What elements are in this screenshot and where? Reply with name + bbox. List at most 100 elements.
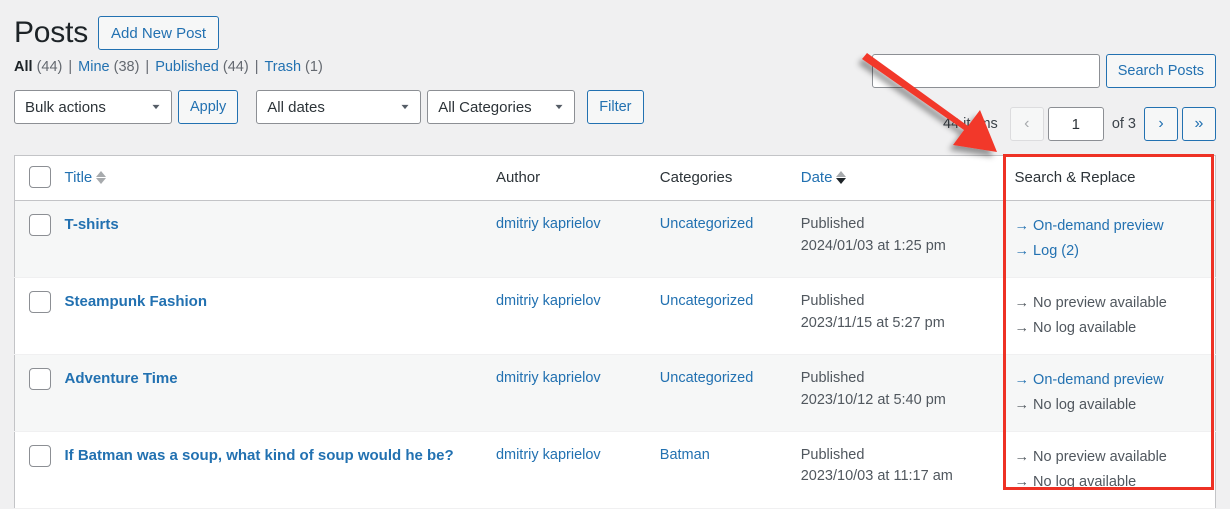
post-date-value: 2023/10/12 at 5:40 pm bbox=[800, 391, 946, 408]
post-title-link[interactable]: Adventure Time bbox=[64, 368, 177, 390]
post-category-link[interactable]: Batman bbox=[660, 447, 710, 463]
post-author-link[interactable]: dmitriy kaprielov bbox=[496, 447, 601, 463]
filter-count-trash: (1) bbox=[305, 59, 323, 75]
apply-bulk-action-button[interactable]: Apply bbox=[178, 90, 239, 124]
row-date-cell: Published 2024/01/03 at 1:25 pm bbox=[790, 200, 1005, 278]
date-filter-select[interactable]: All dates bbox=[256, 90, 422, 124]
filter-separator-3: | bbox=[254, 59, 259, 75]
post-category-link[interactable]: Uncategorized bbox=[660, 370, 754, 386]
filter-item-mine: Mine (38) bbox=[78, 59, 139, 75]
no-log-available-label: → No log available bbox=[1014, 396, 1137, 413]
filter-count-mine: (38) bbox=[113, 59, 140, 75]
row-categories-cell: Uncategorized bbox=[649, 200, 791, 278]
filter-button[interactable]: Filter bbox=[587, 90, 644, 124]
row-title-cell: If Batman was a soup, what kind of soup … bbox=[54, 431, 486, 509]
row-categories-cell: Uncategorized bbox=[649, 277, 791, 355]
row-author-cell: dmitriy kaprielov bbox=[485, 431, 650, 509]
row-search-replace-cell: → No preview available → No log availabl… bbox=[1004, 277, 1216, 355]
sort-arrows-icon bbox=[836, 170, 847, 184]
sort-by-date-link[interactable]: Date bbox=[801, 169, 847, 186]
post-date-status: Published bbox=[800, 216, 865, 232]
sort-by-title-link[interactable]: Title bbox=[64, 168, 107, 186]
row-author-cell: dmitriy kaprielov bbox=[485, 277, 650, 355]
post-title-link[interactable]: If Batman was a soup, what kind of soup … bbox=[64, 445, 453, 467]
table-row: Steampunk Fashion dmitriy kaprielov Unca… bbox=[14, 277, 1216, 355]
post-category-link[interactable]: Uncategorized bbox=[660, 293, 754, 309]
column-header-search-replace: Search & Replace bbox=[1004, 155, 1216, 201]
no-preview-available-label: → No preview available bbox=[1014, 294, 1167, 311]
post-category-link[interactable]: Uncategorized bbox=[660, 216, 754, 232]
no-preview-available-label: → No preview available bbox=[1014, 448, 1167, 465]
row-search-replace-cell: → No preview available → No log availabl… bbox=[1004, 431, 1216, 509]
bulk-actions-group: Bulk actions Apply All dates All Categor… bbox=[14, 90, 644, 124]
post-date-status: Published bbox=[800, 292, 865, 309]
post-title-link[interactable]: Steampunk Fashion bbox=[64, 291, 207, 313]
row-checkbox[interactable] bbox=[29, 444, 51, 467]
row-categories-cell: Batman bbox=[649, 431, 791, 509]
filter-count-all: (44) bbox=[36, 59, 63, 75]
on-demand-preview-link[interactable]: → On-demand preview bbox=[1015, 214, 1205, 239]
first-page-button: ‹ bbox=[1009, 107, 1044, 141]
bulk-actions-select-wrapper: Bulk actions bbox=[14, 90, 172, 124]
row-checkbox[interactable] bbox=[29, 367, 51, 390]
filter-link-trash[interactable]: Trash bbox=[264, 59, 301, 75]
post-date-status: Published bbox=[800, 446, 865, 463]
table-row: Adventure Time dmitriy kaprielov Uncateg… bbox=[14, 354, 1216, 432]
post-author-link[interactable]: dmitriy kaprielov bbox=[496, 216, 601, 232]
row-select-cell bbox=[14, 354, 55, 432]
select-all-column bbox=[14, 155, 55, 201]
row-categories-cell: Uncategorized bbox=[649, 354, 791, 432]
row-author-cell: dmitriy kaprielov bbox=[485, 200, 650, 278]
row-select-cell bbox=[14, 277, 55, 355]
pagination: 44 items ‹ of 3 › » bbox=[943, 107, 1216, 141]
log-link[interactable]: → Log (2) bbox=[1015, 239, 1205, 264]
row-select-cell bbox=[14, 431, 55, 509]
table-header-row: Title Author Categories Date Search & Re… bbox=[14, 155, 1216, 201]
no-log-available-label: → No log available bbox=[1014, 319, 1137, 336]
filter-item-trash: Trash (1) bbox=[264, 59, 322, 75]
filter-separator-1: | bbox=[68, 59, 73, 75]
filter-item-all: All (44) bbox=[14, 59, 62, 75]
posts-table: Title Author Categories Date Search & Re… bbox=[14, 155, 1216, 509]
row-search-replace-cell: → On-demand preview → Log (2) bbox=[1004, 200, 1216, 278]
posts-table-head: Title Author Categories Date Search & Re… bbox=[14, 155, 1216, 201]
category-filter-select-wrapper: All Categories bbox=[427, 90, 576, 124]
post-date-value: 2023/11/15 at 5:27 pm bbox=[800, 314, 945, 331]
post-author-link[interactable]: dmitriy kaprielov bbox=[496, 293, 601, 309]
row-search-replace-cell: → On-demand preview → No log available bbox=[1004, 354, 1216, 432]
filter-link-all[interactable]: All bbox=[14, 59, 33, 75]
page-title: Posts bbox=[14, 16, 89, 49]
search-posts-button[interactable]: Search Posts bbox=[1105, 54, 1216, 88]
next-page-button[interactable]: › bbox=[1144, 107, 1178, 141]
row-select-cell bbox=[14, 200, 55, 278]
post-date-status: Published bbox=[800, 369, 865, 386]
add-new-post-button[interactable]: Add New Post bbox=[98, 16, 220, 50]
row-title-cell: Adventure Time bbox=[54, 354, 486, 432]
sort-arrows-icon bbox=[96, 170, 107, 184]
bulk-actions-select[interactable]: Bulk actions bbox=[14, 90, 172, 124]
on-demand-preview-link[interactable]: → On-demand preview bbox=[1015, 368, 1205, 393]
last-page-button[interactable]: » bbox=[1182, 107, 1216, 141]
select-all-checkbox[interactable] bbox=[29, 166, 51, 188]
search-box: Search Posts bbox=[871, 54, 1216, 88]
category-filter-select[interactable]: All Categories bbox=[427, 90, 576, 124]
row-author-cell: dmitriy kaprielov bbox=[485, 354, 650, 432]
filter-item-published: Published (44) bbox=[155, 59, 249, 75]
posts-table-body: T-shirts dmitriy kaprielov Uncategorized… bbox=[14, 200, 1216, 509]
search-input[interactable] bbox=[871, 54, 1100, 88]
date-filter-select-wrapper: All dates bbox=[256, 90, 422, 124]
row-checkbox[interactable] bbox=[29, 290, 51, 313]
row-title-cell: Steampunk Fashion bbox=[54, 277, 486, 355]
column-header-title: Title bbox=[54, 155, 486, 201]
row-date-cell: Published 2023/11/15 at 5:27 pm bbox=[790, 277, 1005, 355]
column-label-title: Title bbox=[64, 168, 93, 186]
filter-link-mine[interactable]: Mine bbox=[78, 59, 109, 75]
page-header: Posts Add New Post bbox=[0, 0, 1230, 50]
post-author-link[interactable]: dmitriy kaprielov bbox=[496, 370, 601, 386]
row-date-cell: Published 2023/10/12 at 5:40 pm bbox=[790, 354, 1005, 432]
row-checkbox[interactable] bbox=[29, 214, 51, 236]
items-count-label: 44 items bbox=[943, 116, 998, 132]
post-title-link[interactable]: T-shirts bbox=[64, 214, 118, 236]
filter-link-published[interactable]: Published bbox=[155, 59, 219, 75]
current-page-input[interactable] bbox=[1047, 107, 1104, 141]
